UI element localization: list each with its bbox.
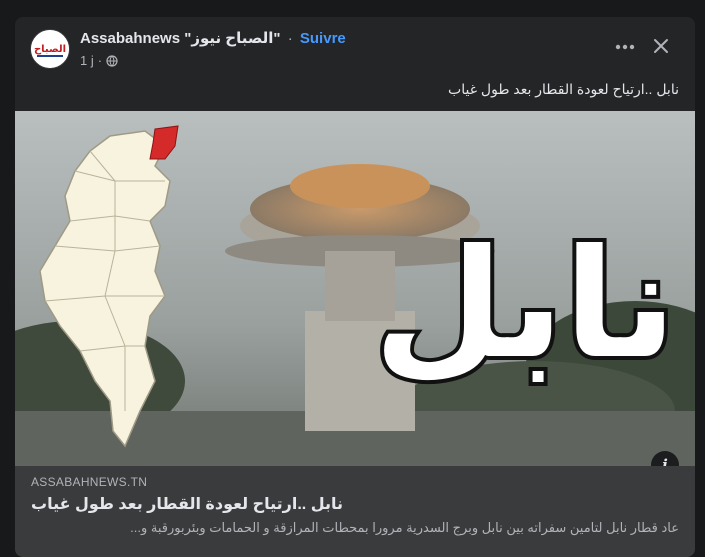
avatar-logo-text: الصباح [34,44,66,55]
info-icon: i [662,456,668,466]
avatar-logo: الصباح [31,30,69,68]
avatar[interactable]: الصباح [30,29,70,69]
preview-image-title: نابل [374,218,677,392]
follow-button[interactable]: Suivre [300,30,346,47]
link-preview[interactable]: نابل i ASSABAHNEWS.TN نابل ..ارتياح لعود… [15,111,695,557]
link-meta[interactable]: ASSABAHNEWS.TN نابل ..ارتياح لعودة القطا… [15,466,695,557]
link-domain: ASSABAHNEWS.TN [31,475,148,489]
more-horizontal-icon [615,44,635,50]
meta-separator-dot: · [97,53,103,68]
close-icon [654,39,668,53]
post-card: الصباح Assabahnews "الصباح نيوز" · Suivr… [15,17,695,557]
page-name-link[interactable]: Assabahnews "الصباح نيوز" [80,30,281,47]
separator-dot: · [287,30,293,47]
post-meta: 1 j · [80,53,118,68]
more-options-button[interactable] [611,33,639,61]
link-description: عاد قطار نابل لتامين سفراته بين نابل وبر… [130,520,679,535]
timestamp[interactable]: 1 j [80,53,94,68]
preview-illustration: نابل [15,111,695,466]
close-button[interactable] [647,32,675,60]
link-title-text: نابل ..ارتياح لعودة القطار بعد طول غياب [31,496,343,513]
link-title: نابل ..ارتياح لعودة القطار بعد طول غياب [31,494,679,514]
post-text: نابل ..ارتياح لعودة القطار بعد طول غياب [448,81,679,97]
globe-icon [106,54,118,67]
preview-image[interactable]: نابل i [15,111,695,466]
post-header: الصباح Assabahnews "الصباح نيوز" · Suivr… [15,17,695,77]
page-name-line: Assabahnews "الصباح نيوز" · Suivre [80,29,346,47]
